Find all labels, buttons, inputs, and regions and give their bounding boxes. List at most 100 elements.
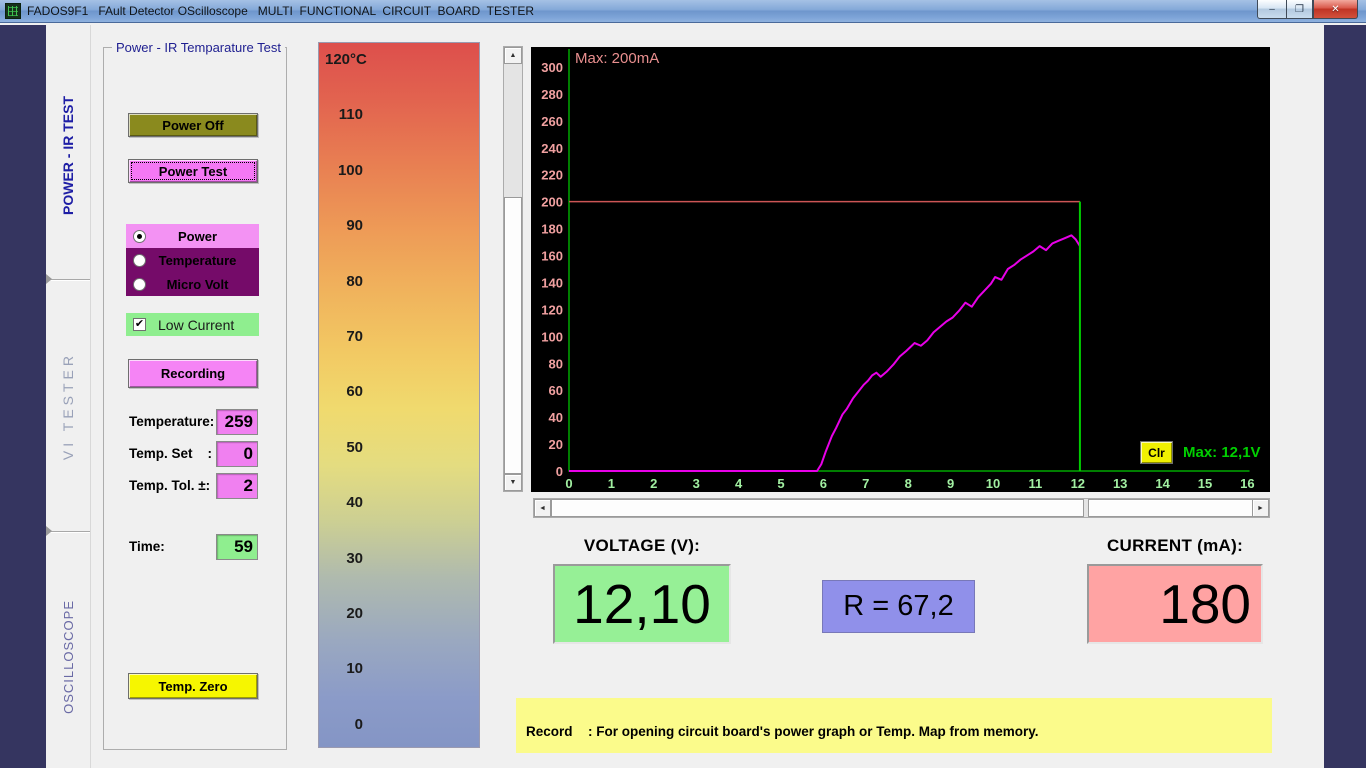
- x-tick-label: 6: [820, 476, 827, 491]
- low-current-checkbox-row[interactable]: ✔ Low Current: [126, 313, 259, 336]
- restore-button[interactable]: ❐: [1286, 0, 1313, 19]
- chart-horizontal-scrollbar[interactable]: ◄ ►: [533, 498, 1270, 518]
- mode-tabstrip: POWER - IR TEST VI TESTER OSCILLOSCOPE: [46, 25, 91, 768]
- tab-power-ir-test[interactable]: POWER - IR TEST: [46, 31, 90, 279]
- y-tick-label: 20: [549, 437, 563, 452]
- x-tick-label: 9: [947, 476, 954, 491]
- field-label: Time:: [129, 539, 165, 554]
- x-tick-label: 7: [862, 476, 869, 491]
- horizontal-scroll-thumb[interactable]: [551, 499, 1084, 517]
- temp-zero-label: Temp. Zero: [158, 679, 227, 694]
- temp-scale-label: 110: [325, 106, 363, 123]
- title-bar: FADOS9F1 FAult Detector OScilloscope MUL…: [0, 0, 1366, 23]
- minimize-icon: –: [1269, 4, 1275, 15]
- x-tick-label: 5: [777, 476, 784, 491]
- tab-label: POWER - IR TEST: [60, 96, 76, 215]
- window-frame-right: [1324, 25, 1366, 768]
- radio-micro-volt[interactable]: Micro Volt: [126, 272, 259, 296]
- window-controls: – ❐ ✕: [1257, 0, 1358, 19]
- record-help-label: Record: [526, 724, 588, 739]
- minimize-button[interactable]: –: [1257, 0, 1286, 19]
- scroll-up-button[interactable]: ▲: [504, 47, 522, 64]
- y-tick-label: 300: [541, 60, 563, 75]
- restore-icon: ❐: [1295, 4, 1304, 15]
- power-test-label: Power Test: [159, 164, 227, 179]
- y-tick-label: 280: [541, 87, 563, 102]
- x-tick-label: 11: [1029, 476, 1043, 491]
- max-voltage-annotation: Max: 12,1V: [1183, 444, 1261, 461]
- y-tick-label: 140: [541, 275, 563, 290]
- x-tick-label: 15: [1198, 476, 1212, 491]
- y-tick-label: 200: [541, 195, 563, 210]
- radio-power[interactable]: Power: [126, 224, 259, 248]
- temp-scale-label: 100: [325, 162, 363, 179]
- field-label: Temp. Set :: [129, 446, 212, 461]
- y-tick-label: 260: [541, 114, 563, 129]
- x-tick-label: 2: [650, 476, 657, 491]
- field-value-temp-tol[interactable]: 2: [216, 473, 258, 499]
- radio-button-icon[interactable]: [133, 278, 146, 291]
- tab-oscilloscope[interactable]: OSCILLOSCOPE: [46, 533, 90, 768]
- power-graph-plot: 0204060801001201401601802002202402602803…: [531, 47, 1270, 492]
- temp-scale-label: 60: [325, 383, 363, 400]
- radio-label: Micro Volt: [156, 277, 239, 292]
- y-tick-label: 80: [549, 356, 563, 371]
- window-title: FADOS9F1 FAult Detector OScilloscope MUL…: [27, 4, 534, 18]
- temp-scale-label: 30: [325, 550, 363, 567]
- radio-button-icon[interactable]: [133, 254, 146, 267]
- clear-button-label: Clr: [1148, 446, 1165, 460]
- scroll-right-button[interactable]: ►: [1252, 499, 1269, 517]
- y-tick-label: 240: [541, 141, 563, 156]
- scroll-left-button[interactable]: ◄: [534, 499, 551, 517]
- field-row-temperature: Temperature:259: [129, 409, 261, 435]
- power-test-button[interactable]: Power Test: [128, 159, 258, 183]
- field-value-time[interactable]: 59: [216, 534, 258, 560]
- close-button[interactable]: ✕: [1313, 0, 1358, 19]
- field-label: Temp. Tol. ±:: [129, 478, 210, 493]
- field-value-temp-set[interactable]: 0: [216, 441, 258, 467]
- x-tick-label: 10: [986, 476, 1000, 491]
- x-tick-label: 13: [1113, 476, 1127, 491]
- radio-button-icon[interactable]: [133, 230, 146, 243]
- recording-button[interactable]: Recording: [128, 359, 258, 388]
- tab-separator: [51, 531, 90, 532]
- power-off-button[interactable]: Power Off: [128, 113, 258, 137]
- close-icon: ✕: [1331, 4, 1339, 15]
- temp-scale-label: 90: [325, 217, 363, 234]
- scroll-down-icon: ▼: [510, 479, 517, 486]
- temp-scale-label: 40: [325, 494, 363, 511]
- resistance-display: R = 67,2: [822, 580, 975, 633]
- field-row-temp-set: Temp. Set : 0: [129, 441, 261, 467]
- radio-label: Power: [156, 229, 239, 244]
- scroll-down-button[interactable]: ▼: [504, 474, 522, 491]
- x-tick-label: 12: [1071, 476, 1085, 491]
- field-label: Temperature:: [129, 414, 214, 429]
- horizontal-zoom-thumb[interactable]: [1088, 499, 1254, 517]
- radio-temperature[interactable]: Temperature: [126, 248, 259, 272]
- y-tick-label: 160: [541, 249, 563, 264]
- x-tick-label: 1: [608, 476, 615, 491]
- tab-vi-tester[interactable]: VI TESTER: [46, 281, 90, 531]
- temp-scale-label: 50: [325, 439, 363, 456]
- voltage-display: 12,10: [553, 564, 731, 644]
- y-tick-label: 220: [541, 168, 563, 183]
- group-title: Power - IR Temparature Test: [112, 40, 285, 55]
- x-tick-label: 16: [1240, 476, 1254, 491]
- clear-button[interactable]: Clr: [1140, 441, 1173, 464]
- y-tick-label: 60: [549, 383, 563, 398]
- power-ir-test-group: Power - IR Temparature Test Power Off Po…: [103, 47, 287, 750]
- power-graph-svg: 0204060801001201401601802002202402602803…: [531, 47, 1270, 492]
- low-current-checkbox[interactable]: ✔: [133, 318, 146, 331]
- recording-label: Recording: [161, 366, 225, 381]
- radio-label: Temperature: [156, 253, 239, 268]
- field-value-temperature[interactable]: 259: [216, 409, 258, 435]
- temp-zero-button[interactable]: Temp. Zero: [128, 673, 258, 699]
- tab-label: VI TESTER: [60, 352, 76, 460]
- x-tick-label: 0: [565, 476, 572, 491]
- temp-scale-label: 10: [325, 660, 363, 677]
- temp-scale-label: 70: [325, 328, 363, 345]
- vertical-scroll-thumb[interactable]: [504, 197, 522, 474]
- chart-vertical-scrollbar[interactable]: ▲ ▼: [503, 46, 523, 492]
- app-icon: [5, 3, 21, 19]
- x-tick-label: 8: [905, 476, 912, 491]
